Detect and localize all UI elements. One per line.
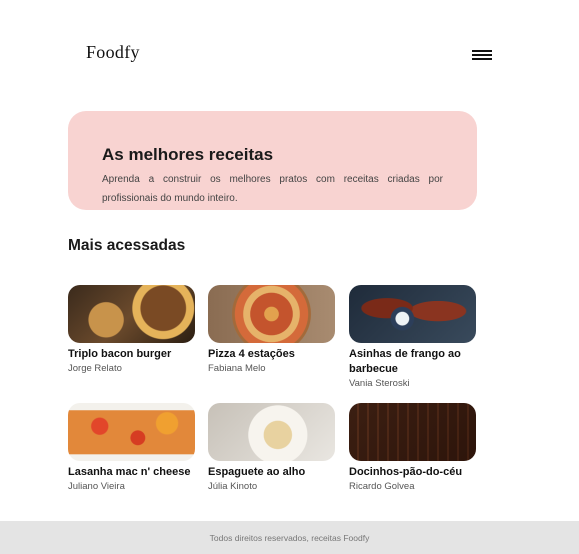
recipe-author: Jorge Relato bbox=[68, 363, 122, 374]
recipe-image bbox=[68, 403, 195, 461]
hero-title: As melhores receitas bbox=[102, 145, 274, 164]
recipe-author: Ricardo Golvea bbox=[349, 481, 415, 492]
recipe-image bbox=[349, 403, 476, 461]
recipe-image bbox=[208, 403, 335, 461]
recipe-card[interactable]: Lasanha mac n' cheese Juliano Vieira bbox=[68, 403, 196, 494]
footer: Todos direitos reservados, receitas Food… bbox=[0, 521, 579, 554]
recipe-image bbox=[349, 285, 476, 343]
hero-text: Aprenda a construir os melhores pratos c… bbox=[102, 174, 443, 204]
recipe-author: Vania Steroski bbox=[349, 378, 410, 389]
recipe-title: Docinhos-pão-do-céu bbox=[349, 466, 463, 478]
section-title: Mais acessadas bbox=[68, 237, 186, 254]
recipe-card[interactable]: Asinhas de frango ao barbecue Vania Ster… bbox=[349, 285, 477, 391]
recipe-title: Triplo bacon burger bbox=[68, 348, 172, 360]
hero-banner: As melhores receitas Aprenda a construir… bbox=[68, 111, 477, 210]
recipe-card[interactable]: Docinhos-pão-do-céu Ricardo Golvea bbox=[349, 403, 477, 494]
recipe-card[interactable]: Triplo bacon burger Jorge Relato bbox=[68, 285, 196, 376]
recipe-author: Juliano Vieira bbox=[68, 481, 125, 492]
recipe-card[interactable]: Pizza 4 estações Fabiana Melo bbox=[208, 285, 336, 376]
recipe-title: Lasanha mac n' cheese bbox=[68, 466, 191, 478]
recipe-author: Júlia Kinoto bbox=[208, 481, 258, 492]
recipe-title: Espaguete ao alho bbox=[208, 466, 306, 478]
recipe-card[interactable]: Espaguete ao alho Júlia Kinoto bbox=[208, 403, 336, 494]
footer-text: Todos direitos reservados, receitas Food… bbox=[209, 532, 370, 543]
hamburger-menu-icon[interactable] bbox=[472, 48, 492, 64]
recipe-title: Asinhas de frango ao barbecue bbox=[349, 348, 461, 375]
recipe-title: Pizza 4 estações bbox=[208, 348, 295, 360]
page: Foodfy As melhores receitas Aprenda a co… bbox=[0, 0, 579, 554]
recipe-image bbox=[68, 285, 195, 343]
recipe-author: Fabiana Melo bbox=[208, 363, 266, 374]
logo[interactable]: Foodfy bbox=[86, 42, 140, 63]
recipe-image bbox=[208, 285, 335, 343]
